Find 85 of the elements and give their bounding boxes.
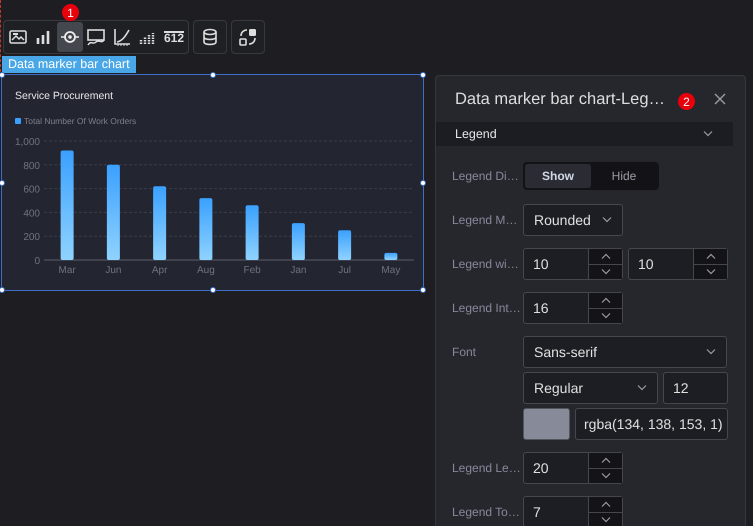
increment-button[interactable] <box>589 249 622 264</box>
panel-title: Data marker bar chart-Leg… <box>455 90 665 108</box>
step-badge: 2 <box>678 93 695 110</box>
database-icon <box>200 27 220 47</box>
field-label: Legend Di… <box>452 168 520 185</box>
toggle-option[interactable]: Hide <box>591 164 657 188</box>
chevron-up-icon <box>600 457 610 464</box>
number-stepper[interactable]: 10 <box>523 248 623 280</box>
chart-selection-frame[interactable]: Service Procurement Total Number Of Work Orders 0 200 400 600 800 1,000 Mar Jun Apr Aug Feb Jan Jul May <box>1 74 424 291</box>
x-tick-label: Jun <box>105 265 122 276</box>
y-tick-label: 0 <box>34 256 40 267</box>
resize-handle[interactable] <box>210 72 216 78</box>
decrement-button[interactable] <box>589 512 622 526</box>
y-tick-label: 800 <box>23 160 40 172</box>
field-label: Font <box>452 344 478 361</box>
chevron-up-icon <box>600 253 610 260</box>
y-tick-label: 400 <box>23 208 40 220</box>
toggle-option[interactable]: Show <box>525 164 591 188</box>
bar <box>199 198 212 260</box>
chevron-down-icon <box>706 349 716 355</box>
y-tick-label: 1,000 <box>14 137 40 148</box>
input-field[interactable]: 12 <box>663 372 728 404</box>
field-label: Legend To… <box>452 504 521 521</box>
x-tick-label: Jul <box>338 265 352 276</box>
resize-handle[interactable] <box>420 72 426 78</box>
resize-handle[interactable] <box>0 180 5 186</box>
legend-label: Total Number Of Work Orders <box>24 116 136 126</box>
x-tick-label: May <box>381 265 400 276</box>
target-tool-button[interactable] <box>57 22 83 52</box>
increment-button[interactable] <box>589 293 622 308</box>
bar <box>384 252 398 260</box>
decrement-button[interactable] <box>589 308 622 323</box>
field-label: Legend M… <box>452 212 518 229</box>
increment-button[interactable] <box>694 249 727 264</box>
field-label: Legend Int… <box>452 300 522 317</box>
decrement-button[interactable] <box>589 264 622 279</box>
chevron-up-icon <box>706 253 716 260</box>
number-stepper[interactable]: 10 <box>628 248 728 280</box>
y-tick-label: 600 <box>23 184 40 196</box>
chart-board-icon <box>86 27 106 47</box>
dropdown[interactable]: Sans-serif <box>523 336 727 368</box>
bar <box>338 230 352 260</box>
decrement-button[interactable] <box>589 468 622 483</box>
number-tool-button[interactable]: 612 <box>161 22 187 52</box>
x-tick-label: Jan <box>290 265 306 276</box>
chevron-down-icon <box>637 385 647 391</box>
resize-handle[interactable] <box>0 287 5 293</box>
dropdown[interactable]: Rounded <box>523 204 623 236</box>
decrement-button[interactable] <box>694 264 727 279</box>
field-label: Legend Le… <box>452 460 522 477</box>
chevron-up-icon <box>600 297 610 304</box>
chart-title: Service Procurement <box>15 90 114 102</box>
chevron-down-icon <box>706 268 716 275</box>
x-tick-label: Aug <box>196 265 215 276</box>
section-title: Legend <box>455 127 497 141</box>
bar <box>246 205 259 260</box>
number-stepper[interactable]: 7 <box>523 496 623 526</box>
increment-button[interactable] <box>589 453 622 468</box>
x-tick-label: Mar <box>58 265 76 276</box>
dropdown[interactable]: Regular <box>523 372 658 404</box>
input-field[interactable]: rgba(134, 138, 153, 1) <box>575 408 728 440</box>
x-tick-label: Apr <box>152 265 168 276</box>
chevron-down-icon <box>602 217 612 223</box>
image-icon <box>8 27 28 47</box>
field-label: Legend wi… <box>452 256 520 273</box>
increment-button[interactable] <box>589 497 622 512</box>
bar <box>292 223 305 260</box>
chevron-up-icon <box>600 501 610 508</box>
number-stepper[interactable]: 20 <box>523 452 623 484</box>
section-header[interactable]: Legend <box>436 122 733 146</box>
close-icon[interactable] <box>714 93 726 105</box>
chevron-down-icon <box>600 472 610 479</box>
color-swatch[interactable] <box>523 408 570 440</box>
chevron-down-icon <box>600 312 610 319</box>
component-label: Data marker bar chart <box>2 56 136 73</box>
resize-handle[interactable] <box>420 287 426 293</box>
step-badge: 1 <box>62 4 79 21</box>
swap-icon <box>238 27 258 47</box>
number-stepper[interactable]: 16 <box>523 292 623 324</box>
chevron-down-icon <box>600 268 610 275</box>
resize-handle[interactable] <box>0 72 5 78</box>
x-tick-label: Feb <box>244 265 261 276</box>
chevron-down-icon <box>600 516 610 523</box>
y-tick-label: 200 <box>23 232 40 244</box>
line-chart-icon <box>112 27 132 47</box>
